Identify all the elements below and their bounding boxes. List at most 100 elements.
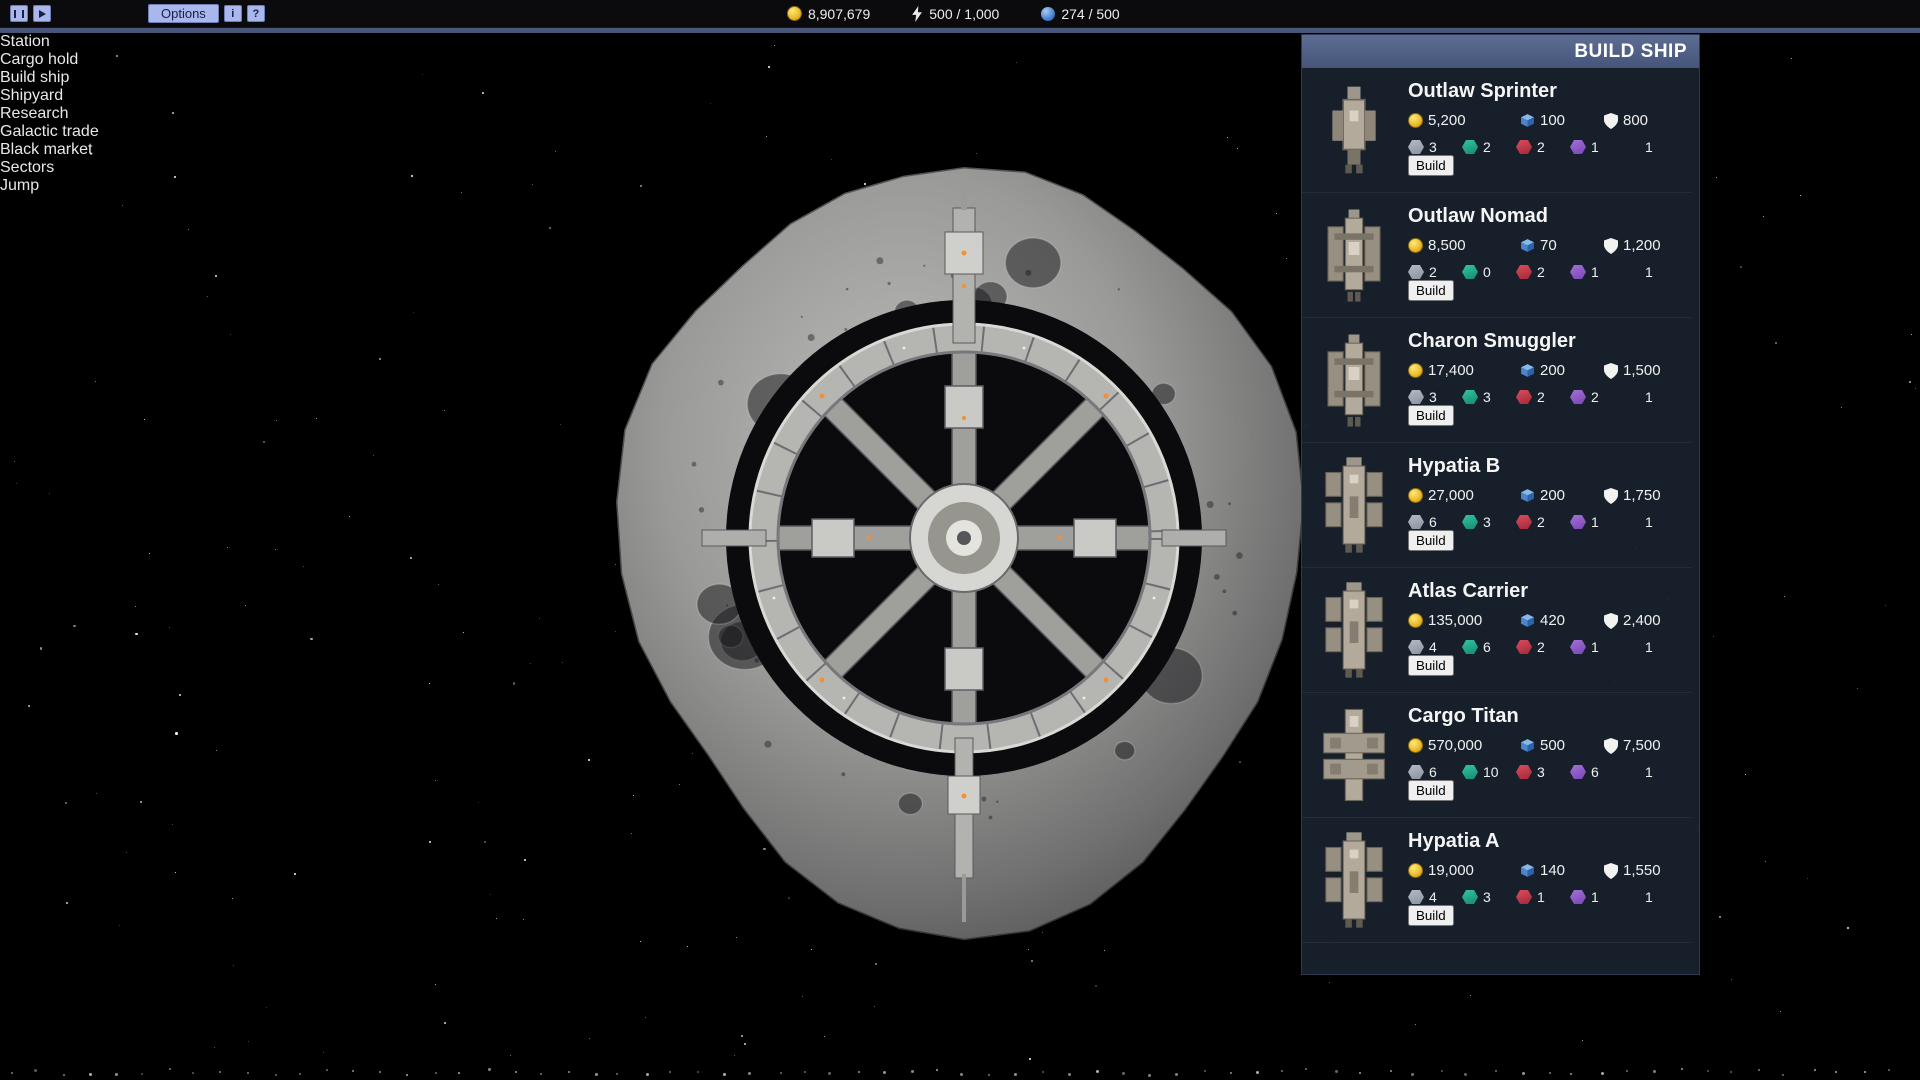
info-button[interactable]: i: [224, 5, 242, 22]
gray-hex-icon: [1408, 640, 1424, 654]
credits-cost-value: 5,200: [1428, 112, 1466, 129]
purple-hex-value: 1: [1591, 264, 1599, 280]
shield-cost-value: 1,550: [1623, 862, 1661, 879]
pause-button[interactable]: [10, 5, 28, 22]
credits-cost: 27,000: [1408, 487, 1520, 504]
ship-name: Hypatia A: [1408, 830, 1685, 853]
cube-cost: 420: [1520, 612, 1604, 629]
resource-row: 6 3 2 1 1: [1408, 514, 1685, 530]
build-button[interactable]: Build: [1408, 905, 1454, 926]
resource-row: 4 6 2 1 1: [1408, 639, 1685, 655]
ship-name: Hypatia B: [1408, 455, 1685, 478]
credits-cost: 135,000: [1408, 612, 1520, 629]
credits-cost: 19,000: [1408, 862, 1520, 879]
energy-readout: 500 / 1,000: [912, 6, 999, 22]
credits-cost-value: 19,000: [1428, 862, 1474, 879]
cube-cost-value: 140: [1540, 862, 1565, 879]
resource-purple: 1: [1570, 514, 1624, 530]
red-hex-icon: [1516, 265, 1532, 279]
red-hex-icon: [1516, 890, 1532, 904]
shield-icon: [1604, 863, 1618, 879]
gray-hex-icon: [1408, 890, 1424, 904]
cube-cost-value: 200: [1540, 362, 1565, 379]
shield-cost: 1,500: [1604, 362, 1661, 379]
purple-hex-icon: [1570, 140, 1586, 154]
resource-yellow: 1: [1624, 264, 1678, 280]
resource-gray: 6: [1408, 514, 1462, 530]
cost-row: 17,400 200 1,500: [1408, 362, 1685, 379]
play-button[interactable]: [33, 5, 51, 22]
yellow-hex-value: 1: [1645, 264, 1653, 280]
shield-cost: 1,750: [1604, 487, 1661, 504]
ship-image: [1306, 826, 1402, 934]
teal-hex-value: 0: [1483, 264, 1491, 280]
coin-icon: [787, 6, 802, 21]
resource-row: 3 2 2 1 1: [1408, 139, 1685, 155]
resource-teal: 3: [1462, 514, 1516, 530]
shield-icon: [1604, 363, 1618, 379]
resource-row: 6 10 3 6 1: [1408, 764, 1685, 780]
build-button[interactable]: Build: [1408, 155, 1454, 176]
gray-hex-value: 3: [1429, 389, 1437, 405]
help-button[interactable]: ?: [247, 5, 265, 22]
cube-cost: 70: [1520, 237, 1604, 254]
coin-icon: [1408, 363, 1423, 378]
teal-hex-icon: [1462, 640, 1478, 654]
shield-icon: [1604, 238, 1618, 254]
resource-yellow: 1: [1624, 139, 1678, 155]
gray-hex-icon: [1408, 140, 1424, 154]
yellow-hex-value: 1: [1645, 389, 1653, 405]
crew-readout: 274 / 500: [1041, 6, 1119, 22]
gray-hex-value: 4: [1429, 889, 1437, 905]
cube-icon: [1520, 363, 1535, 378]
build-button[interactable]: Build: [1408, 280, 1454, 301]
teal-hex-value: 10: [1483, 764, 1499, 780]
yellow-hex-icon: [1624, 265, 1640, 279]
resource-row: 3 3 2 2 1: [1408, 389, 1685, 405]
purple-hex-value: 1: [1591, 889, 1599, 905]
gray-hex-value: 3: [1429, 139, 1437, 155]
shield-icon: [1604, 488, 1618, 504]
resource-gray: 2: [1408, 264, 1462, 280]
purple-hex-icon: [1570, 515, 1586, 529]
resource-row: 2 0 2 1 1: [1408, 264, 1685, 280]
red-hex-value: 2: [1537, 514, 1545, 530]
ship-row: Outlaw Nomad 8,500 70 1,200 2: [1302, 193, 1691, 318]
red-hex-value: 2: [1537, 389, 1545, 405]
ship-name: Outlaw Sprinter: [1408, 80, 1685, 103]
yellow-hex-icon: [1624, 890, 1640, 904]
build-button[interactable]: Build: [1408, 655, 1454, 676]
coin-icon: [1408, 488, 1423, 503]
coin-icon: [1408, 113, 1423, 128]
cost-row: 8,500 70 1,200: [1408, 237, 1685, 254]
build-button[interactable]: Build: [1408, 530, 1454, 551]
red-hex-icon: [1516, 640, 1532, 654]
shield-cost-value: 1,200: [1623, 237, 1661, 254]
teal-hex-icon: [1462, 140, 1478, 154]
ship-row: Outlaw Sprinter 5,200 100 800 3: [1302, 68, 1691, 193]
build-ship-panel: BUILD SHIP Outlaw Sprinter 5,200 100 800: [1301, 34, 1700, 975]
credits-cost: 5,200: [1408, 112, 1520, 129]
resource-red: 2: [1516, 514, 1570, 530]
ship-row: Charon Smuggler 17,400 200 1,500: [1302, 318, 1691, 443]
cube-cost: 100: [1520, 112, 1604, 129]
ship-row: Hypatia A 19,000 140 1,550 4: [1302, 818, 1691, 943]
purple-hex-icon: [1570, 390, 1586, 404]
build-button[interactable]: Build: [1408, 780, 1454, 801]
resource-teal: 3: [1462, 889, 1516, 905]
teal-hex-icon: [1462, 390, 1478, 404]
credits-cost: 17,400: [1408, 362, 1520, 379]
build-button[interactable]: Build: [1408, 405, 1454, 426]
ship-row: Atlas Carrier 135,000 420 2,400: [1302, 568, 1691, 693]
red-hex-value: 1: [1537, 889, 1545, 905]
resource-purple: 1: [1570, 139, 1624, 155]
currency-bar: 8,907,679 500 / 1,000 274 / 500: [787, 0, 1120, 27]
yellow-hex-icon: [1624, 515, 1640, 529]
resource-purple: 6: [1570, 764, 1624, 780]
options-button[interactable]: Options: [148, 4, 219, 23]
resource-yellow: 1: [1624, 639, 1678, 655]
teal-hex-icon: [1462, 265, 1478, 279]
shield-cost: 800: [1604, 112, 1648, 129]
resource-yellow: 1: [1624, 764, 1678, 780]
yellow-hex-value: 1: [1645, 889, 1653, 905]
